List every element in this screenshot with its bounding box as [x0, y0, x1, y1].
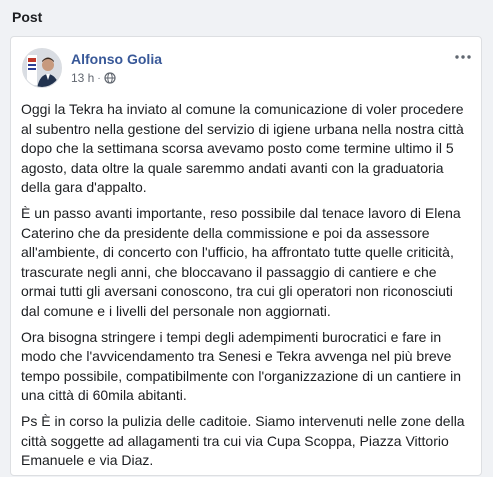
- post-text: Oggi la Tekra ha inviato al comune la co…: [21, 100, 473, 477]
- globe-icon[interactable]: [104, 72, 116, 84]
- avatar-image: [23, 49, 61, 87]
- post-meta: 13 h ·: [71, 71, 116, 85]
- post-timestamp[interactable]: 13 h: [71, 71, 94, 85]
- meta-separator: ·: [97, 72, 101, 84]
- post-paragraph-2: È un passo avanti importante, reso possi…: [21, 204, 461, 319]
- post-paragraph-3: Ora bisogna stringere i tempi degli adem…: [21, 328, 462, 404]
- section-title: Post: [12, 9, 43, 25]
- avatar[interactable]: [22, 48, 62, 88]
- post-paragraph-1: Oggi la Tekra ha inviato al comune la co…: [21, 101, 464, 196]
- post-paragraph-4: Ps È in corso la pulizia delle caditoie.…: [21, 412, 465, 469]
- more-options-icon[interactable]: [453, 47, 473, 67]
- post-card: Alfonso Golia 13 h · Oggi la Tekra ha in…: [10, 36, 482, 476]
- author-name[interactable]: Alfonso Golia: [71, 51, 162, 67]
